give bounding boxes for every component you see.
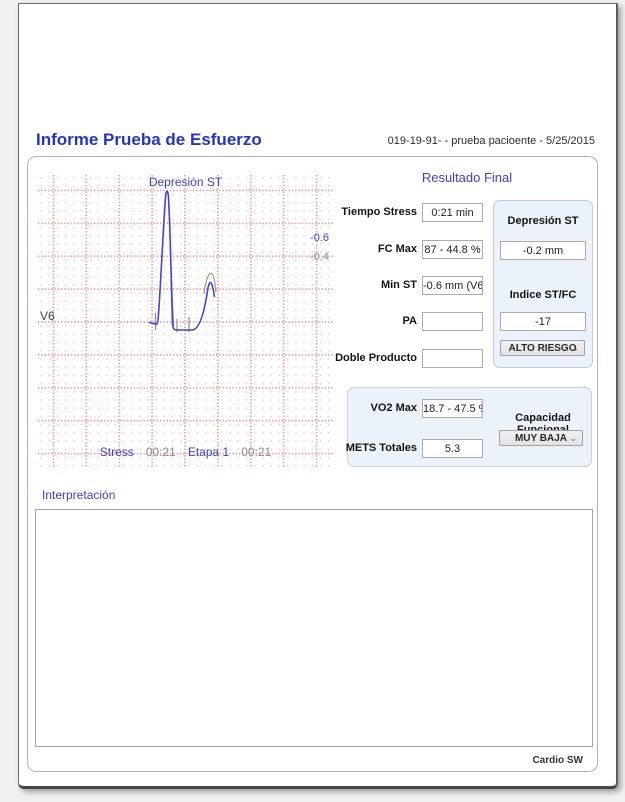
doble-producto-input[interactable] [422, 349, 483, 368]
vo2-max-input[interactable] [422, 399, 483, 418]
mets-totales-input[interactable] [422, 439, 483, 458]
pa-label: PA [328, 315, 417, 327]
interpretation-title: Interpretación [42, 488, 115, 502]
app-branding: Cardio SW [532, 755, 583, 766]
interpretation-textarea[interactable] [35, 509, 593, 747]
phase-time: 00:21 [146, 445, 176, 459]
tiempo-stress-label: Tiempo Stress [328, 206, 417, 218]
indice-stfc-label: Indice ST/FC [494, 289, 592, 301]
depresion-st-input[interactable] [500, 241, 586, 260]
chevron-down-icon: ⌄ [569, 433, 577, 444]
fc-max-label: FC Max [328, 243, 417, 255]
risk-level-dropdown[interactable]: ALTO RIESGO ⌄ [500, 340, 585, 356]
vo2-max-label: VO2 Max [328, 402, 417, 414]
report-body: Depresión ST V6 -0.6 -0.4 Stress00:21Eta… [27, 156, 598, 772]
chevron-down-icon: ⌄ [571, 343, 579, 354]
stage-time: 00:21 [241, 445, 271, 459]
tiempo-stress-input[interactable] [422, 203, 483, 222]
ecg-waveform [37, 174, 334, 467]
results-section-title: Resultado Final [362, 170, 572, 185]
patient-info: 019-19-91- - prueba pacioente - 5/25/201… [388, 135, 595, 147]
st-risk-panel: Depresión ST Indice ST/FC ALTO RIESGO ⌄ [493, 200, 593, 368]
capacidad-funcional-value: MUY BAJA [515, 433, 567, 444]
stage-label: Etapa 1 [188, 445, 229, 459]
indice-stfc-input[interactable] [500, 312, 586, 331]
ecg-strip: Depresión ST V6 -0.6 -0.4 Stress00:21Eta… [37, 174, 334, 467]
min-st-input[interactable] [422, 276, 483, 295]
phase-label: Stress [100, 445, 134, 459]
mets-totales-label: METS Totales [328, 442, 417, 454]
report-page: Informe Prueba de Esfuerzo 019-19-91- - … [18, 3, 618, 789]
pa-input[interactable] [422, 312, 483, 331]
ecg-footer: Stress 00:21 Etapa 1 00:21 [37, 445, 334, 459]
depresion-st-label: Depresión ST [494, 215, 592, 227]
doble-producto-label: Doble Producto [328, 352, 417, 364]
min-st-label: Min ST [328, 279, 417, 291]
page-title: Informe Prueba de Esfuerzo [36, 130, 262, 150]
capacidad-funcional-dropdown[interactable]: MUY BAJA ⌄ [499, 430, 583, 446]
risk-level-value: ALTO RIESGO [509, 343, 577, 354]
fc-max-input[interactable] [422, 240, 483, 259]
